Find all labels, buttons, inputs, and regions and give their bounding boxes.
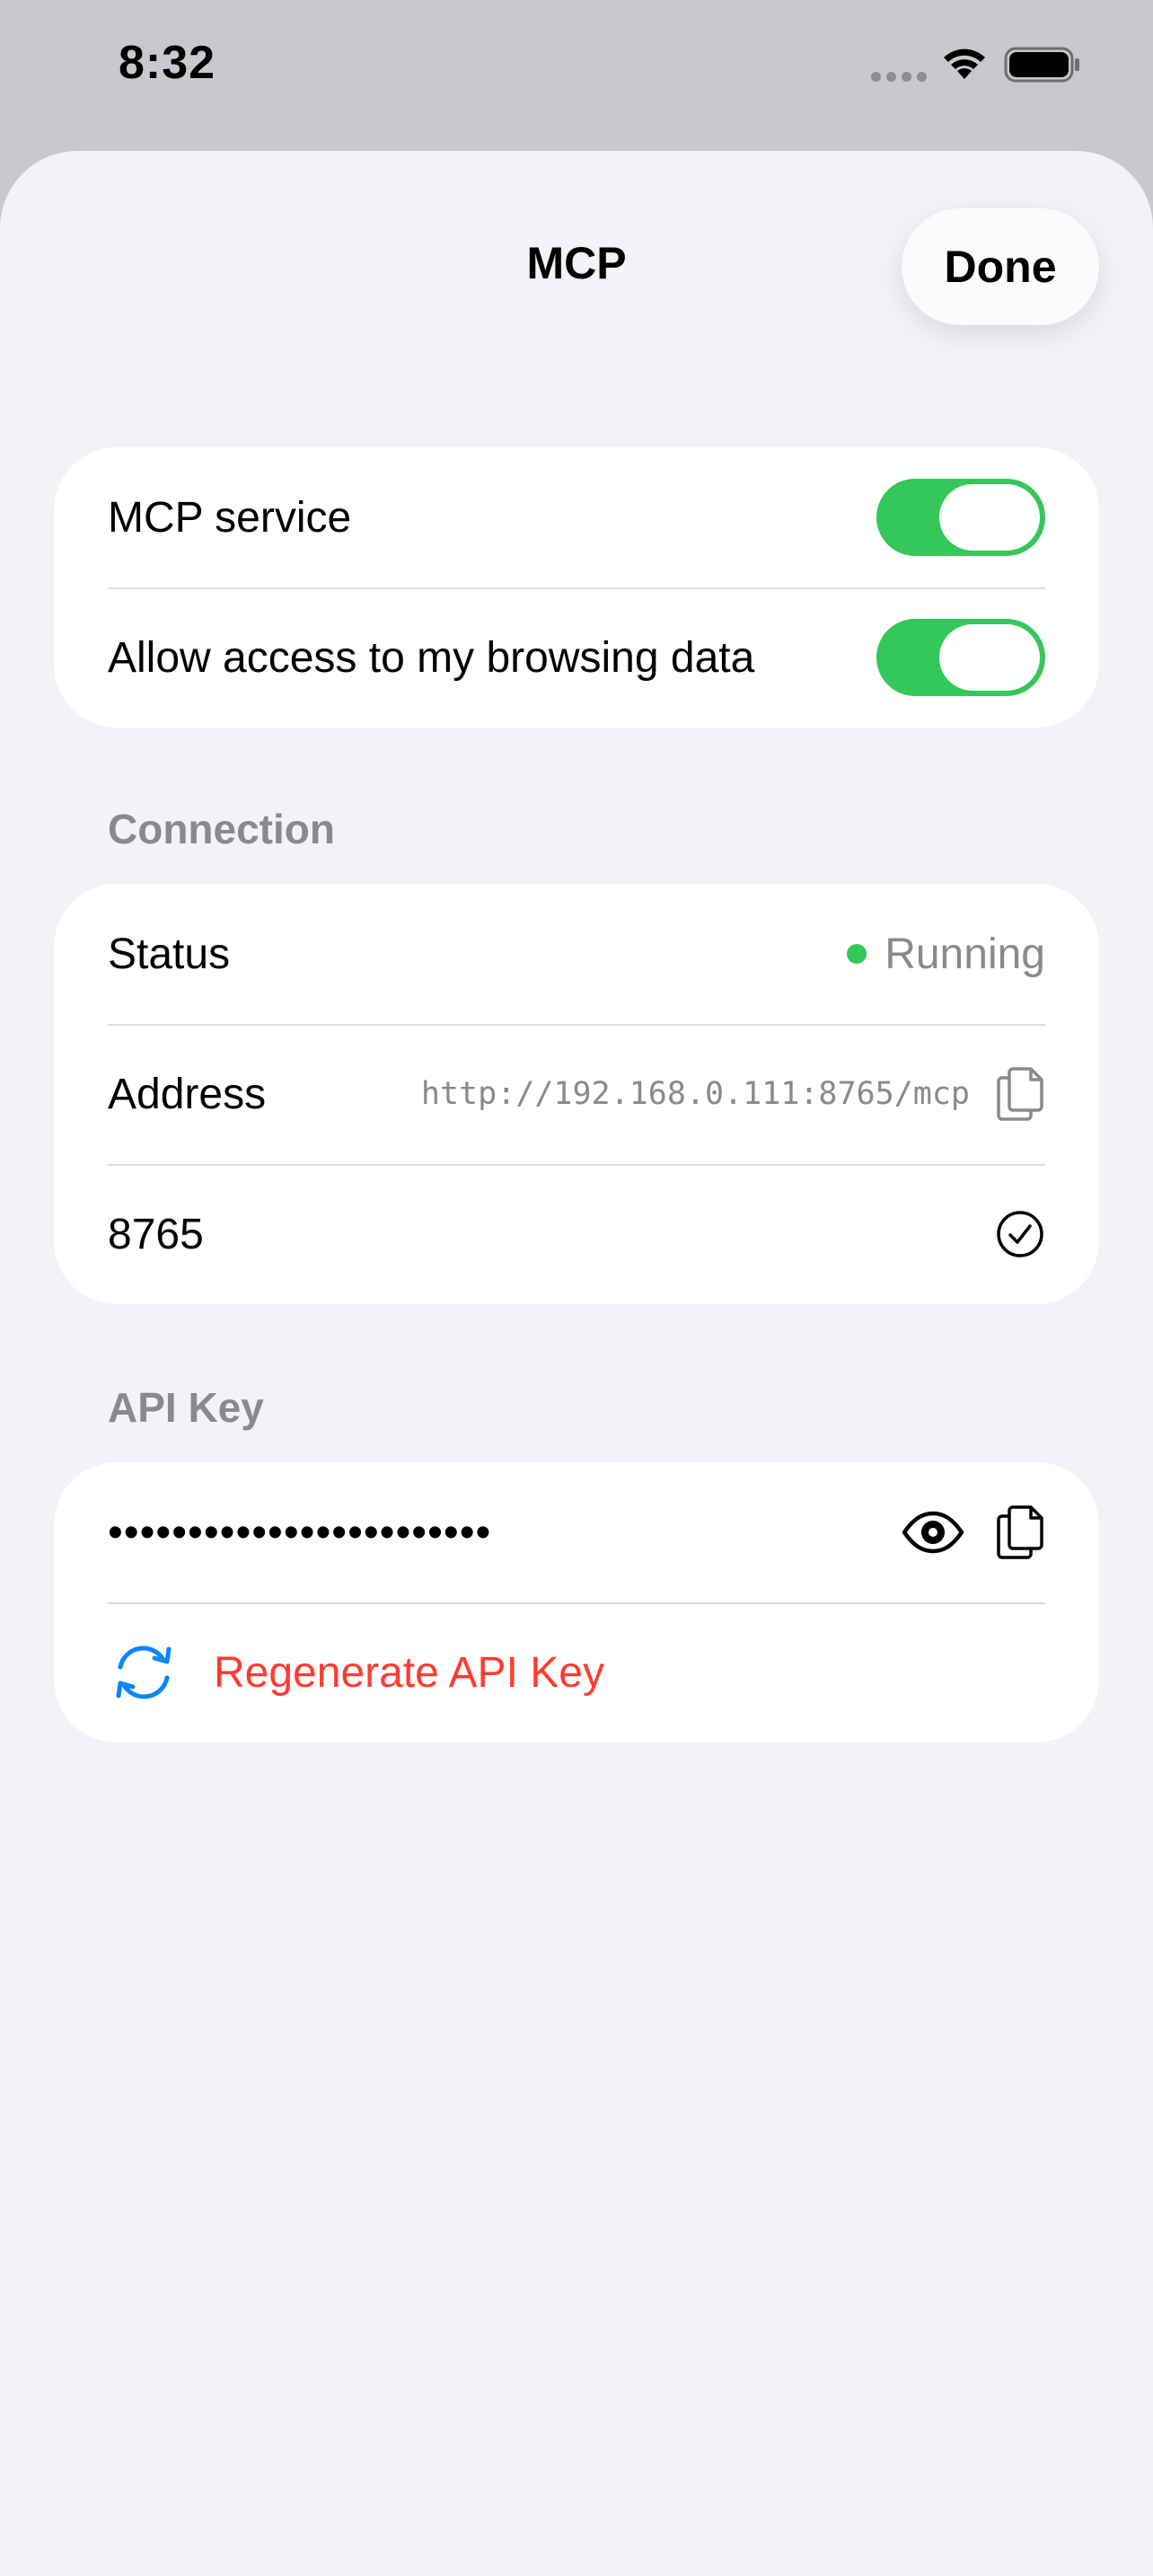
- address-label: Address: [108, 1070, 267, 1118]
- mcp-service-row: MCP service: [54, 447, 1099, 587]
- address-value: http://192.168.0.111:8765/mcp: [420, 1076, 970, 1112]
- regenerate-api-key-row[interactable]: Regenerate API Key: [54, 1602, 1099, 1742]
- browsing-access-row: Allow access to my browsing data: [54, 587, 1099, 728]
- status-value: Running: [847, 930, 1045, 979]
- confirm-port-button[interactable]: [995, 1209, 1045, 1259]
- regenerate-api-key-label: Regenerate API Key: [214, 1648, 604, 1697]
- copy-api-key-button[interactable]: [995, 1504, 1045, 1561]
- cellular-signal-icon: [871, 72, 927, 82]
- connection-header: Connection: [108, 806, 335, 852]
- mcp-service-toggle[interactable]: [876, 479, 1045, 556]
- status-row: Status Running: [54, 884, 1099, 1024]
- api-key-group: •••••••••••••••••••••••• Regenerate API …: [54, 1462, 1099, 1742]
- browsing-access-label: Allow access to my browsing data: [108, 633, 755, 682]
- battery-icon: [1004, 47, 1079, 83]
- refresh-icon: [116, 1645, 172, 1699]
- status-bar: 8:32: [0, 0, 1153, 135]
- connection-group: Status Running Address http://192.168.0.…: [54, 884, 1099, 1304]
- browsing-access-toggle[interactable]: [876, 619, 1045, 696]
- address-row: Address http://192.168.0.111:8765/mcp: [54, 1024, 1099, 1164]
- toggles-group: MCP service Allow access to my browsing …: [54, 447, 1099, 728]
- api-key-masked-value: ••••••••••••••••••••••••: [108, 1508, 492, 1557]
- done-button[interactable]: Done: [902, 208, 1099, 325]
- copy-icon: [997, 1505, 1043, 1559]
- checkmark-circle-icon: [997, 1211, 1043, 1257]
- copy-address-button[interactable]: [995, 1065, 1045, 1123]
- status-time: 8:32: [119, 37, 216, 89]
- wifi-icon: [944, 49, 985, 79]
- mcp-service-label: MCP service: [108, 493, 352, 542]
- mcp-settings-sheet: MCP Done MCP service Allow access to my …: [0, 151, 1153, 2576]
- api-key-row: ••••••••••••••••••••••••: [54, 1462, 1099, 1602]
- show-api-key-button[interactable]: [902, 1511, 964, 1554]
- port-row: 8765: [54, 1164, 1099, 1304]
- copy-icon: [997, 1067, 1043, 1121]
- status-indicator-dot: [847, 944, 867, 964]
- api-key-header: API Key: [108, 1384, 264, 1431]
- status-text: Running: [885, 930, 1045, 978]
- port-value[interactable]: 8765: [108, 1210, 995, 1259]
- eye-icon: [902, 1511, 964, 1554]
- status-label: Status: [108, 930, 231, 978]
